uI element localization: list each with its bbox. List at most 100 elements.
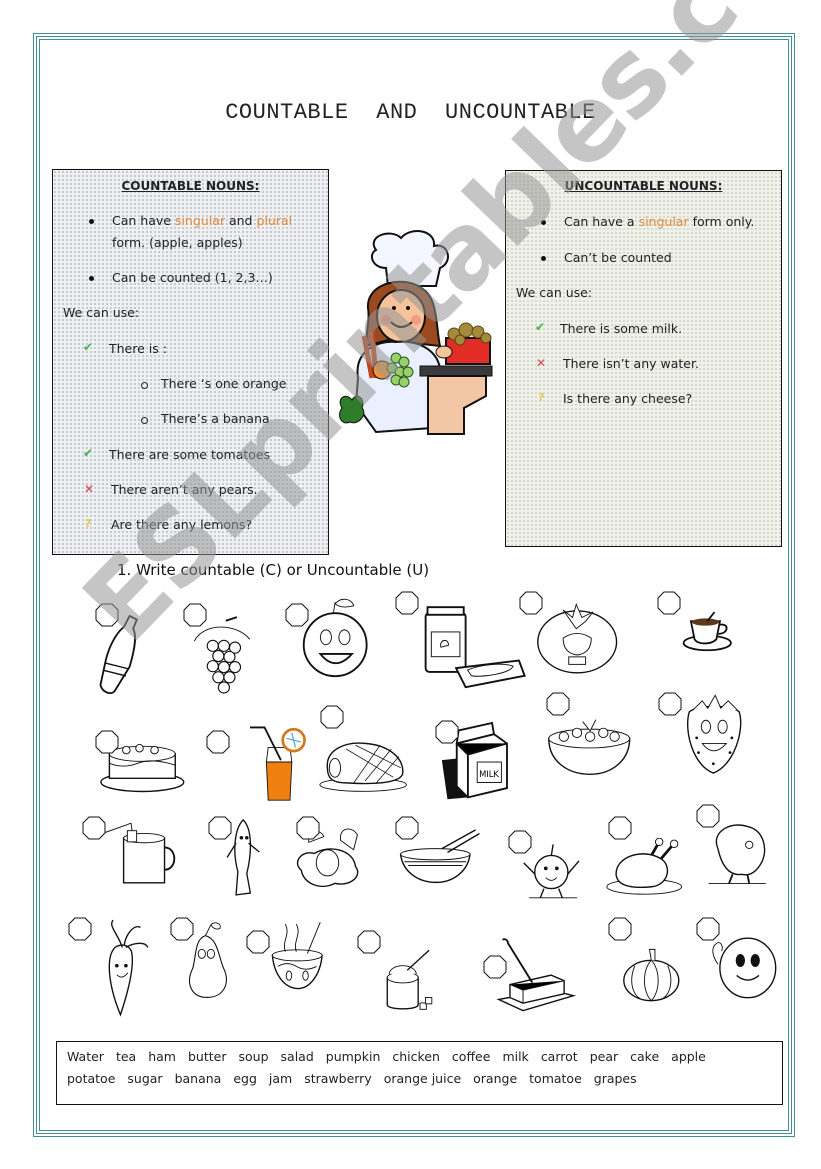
rule-text: form only. [688, 214, 755, 229]
countable-use-4: Are there any lemons? [111, 517, 253, 532]
word-bank-item: pear [589, 1049, 619, 1064]
word-bank: Water tea ham butter soup salad pumpkin chicken… [56, 1041, 783, 1105]
uncountable-rule-1: Can have a singular form only. [564, 214, 754, 229]
word-bank-item: grapes [593, 1071, 637, 1086]
rule-text: and [224, 213, 257, 228]
countable-rule-1-line2: form. (apple, apples) [112, 235, 243, 250]
tomato-picture [535, 600, 625, 680]
exercise-instruction: 1. Write countable (C) or Uncountable (U… [117, 561, 430, 579]
word-bank-item: orange juice [383, 1071, 462, 1086]
bullet-icon [541, 220, 546, 225]
word-bank-item: apple [671, 1049, 706, 1064]
word-bank-item: salad [280, 1049, 314, 1064]
answer-box-grapes[interactable] [183, 603, 207, 627]
answer-box-pear[interactable] [170, 917, 194, 941]
rule-text: Can have a [564, 214, 639, 229]
word-bank-item: coffee [451, 1049, 491, 1064]
answer-box-water-bottle[interactable] [95, 603, 119, 627]
countable-rule-1: Can have singular and plural [112, 213, 292, 228]
check-icon: ✔ [535, 320, 546, 334]
answer-box-lemon[interactable] [696, 917, 720, 941]
question-icon: ? [538, 391, 545, 404]
word-bank-item: banana [174, 1071, 222, 1086]
rule-text: Can have [112, 213, 175, 228]
soup-picture [265, 917, 335, 1002]
highlight-singular: singular [638, 214, 689, 229]
highlight-plural: plural [256, 213, 293, 228]
word-bank-item: sugar [127, 1071, 163, 1086]
question-icon: ? [85, 517, 92, 530]
bullet-icon [89, 219, 94, 224]
answer-box-ham[interactable] [320, 705, 344, 729]
butter-picture [495, 935, 580, 1020]
uncountable-rule-2: Can’t be counted [564, 250, 672, 265]
word-bank-row-2: potatoe sugar banana egg jam strawberry orange… [67, 1071, 649, 1086]
countable-we-can-use: We can use: [63, 305, 140, 320]
answer-box-milk[interactable] [435, 720, 459, 744]
orange-picture [300, 595, 375, 687]
answer-box-carrot[interactable] [68, 917, 92, 941]
chef-illustration [336, 228, 496, 438]
word-bank-item: chicken [392, 1049, 440, 1064]
answer-box-strawberry[interactable] [658, 692, 682, 716]
word-bank-item: pumpkin [325, 1049, 381, 1064]
salad-picture [545, 712, 640, 782]
check-icon: ✔ [83, 340, 94, 354]
word-bank-item: jam [268, 1071, 293, 1086]
highlight-singular: singular [174, 213, 225, 228]
answer-box-pumpkin[interactable] [608, 917, 632, 941]
answer-box-tea[interactable] [82, 816, 106, 840]
word-bank-item: potatoe [67, 1071, 116, 1086]
jam-picture [418, 603, 538, 698]
word-bank-row-1: Water tea ham butter soup salad pumpkin chicken… [67, 1049, 718, 1064]
answer-box-banana[interactable] [208, 816, 232, 840]
answer-box-salad[interactable] [546, 692, 570, 716]
word-bank-item: orange [473, 1071, 518, 1086]
check-icon: ✔ [83, 446, 94, 460]
answer-box-orange-juice[interactable] [206, 730, 230, 754]
answer-box-soup[interactable] [246, 930, 270, 954]
lemon-picture [705, 930, 785, 1005]
uncountable-nouns-box: UNCOUNTABLE NOUNS: Can have a singular f… [505, 170, 782, 547]
orange-juice-picture [250, 718, 310, 806]
uncountable-heading: UNCOUNTABLE NOUNS: [564, 179, 723, 193]
word-bank-item: carrot [540, 1049, 578, 1064]
answer-box-orange[interactable] [285, 603, 309, 627]
bullet-icon [89, 276, 94, 281]
answer-box-coffee[interactable] [657, 591, 681, 615]
answer-box-butter[interactable] [483, 955, 507, 979]
answer-box-soup-bowl[interactable] [395, 816, 419, 840]
page-title: COUNTABLE AND UNCOUNTABLE [225, 100, 596, 125]
pumpkin-picture [622, 945, 687, 1005]
countable-use-1b: There’s a banana [161, 411, 270, 426]
ham-picture [318, 730, 413, 800]
uncountable-use-3: Is there any cheese? [563, 391, 693, 406]
answer-box-potato[interactable] [696, 804, 720, 828]
word-bank-item: tea [115, 1049, 137, 1064]
word-bank-item: tomatoe [529, 1071, 582, 1086]
uncountable-use-1: There is some milk. [560, 321, 683, 336]
word-bank-item: egg [233, 1071, 257, 1086]
sub-bullet-icon [141, 417, 148, 424]
countable-use-3: There aren’t any pears. [111, 482, 258, 497]
uncountable-we-can-use: We can use: [516, 285, 593, 300]
answer-box-sugar[interactable] [357, 930, 381, 954]
answer-box-cake[interactable] [95, 730, 119, 754]
svg-text:MILK: MILK [479, 769, 499, 779]
word-bank-item: soup [238, 1049, 269, 1064]
answer-box-apple[interactable] [508, 830, 532, 854]
word-bank-item: butter [187, 1049, 227, 1064]
potato-picture [705, 820, 775, 890]
word-bank-item: Water [67, 1049, 104, 1064]
tea-picture [105, 813, 185, 893]
cross-icon: ✕ [536, 356, 547, 370]
answer-box-jam[interactable] [395, 591, 419, 615]
countable-nouns-box: COUNTABLE NOUNS: Can have singular and p… [52, 169, 329, 555]
countable-rule-2: Can be counted (1, 2,3…) [112, 270, 273, 285]
coffee-picture [680, 610, 740, 655]
word-bank-item: cake [630, 1049, 660, 1064]
answer-box-egg[interactable] [296, 816, 320, 840]
answer-box-chicken[interactable] [608, 816, 632, 840]
answer-box-tomato[interactable] [519, 591, 543, 615]
word-bank-item: milk [502, 1049, 529, 1064]
